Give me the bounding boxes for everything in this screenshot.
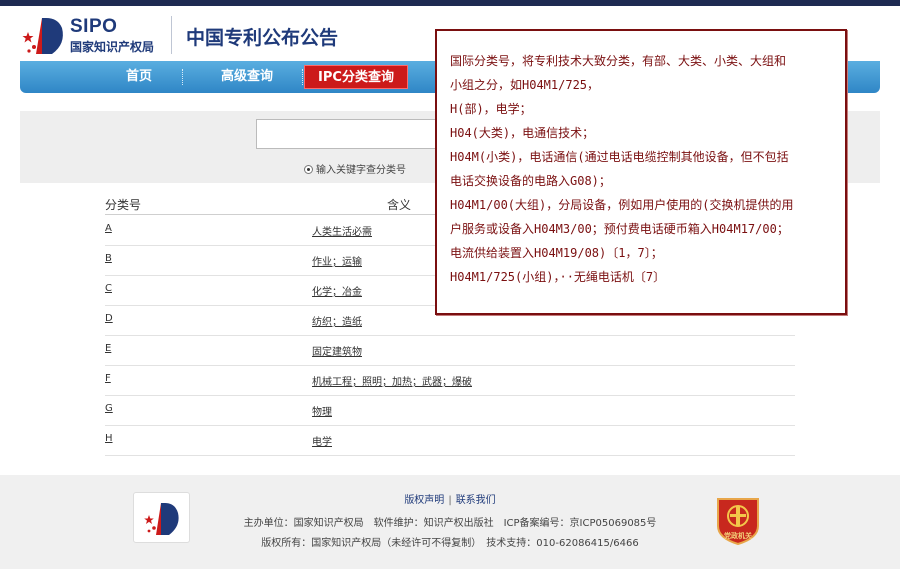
ipc-meaning-link[interactable]: 人类生活必需 [312, 223, 372, 238]
popup-line: H04M1/725(小组)，··无绳电话机〔7〕 [450, 270, 666, 284]
nav-separator [302, 69, 303, 85]
ipc-code-link[interactable]: D [105, 313, 113, 324]
contact-link[interactable]: 联系我们 [456, 495, 496, 506]
popup-line: 国际分类号，将专利技术大致分类，有部、大类、小类、大组和 [450, 54, 787, 68]
ipc-code-link[interactable]: B [105, 253, 112, 264]
logo-subtitle: 国家知识产权局 [70, 40, 155, 54]
ipc-meaning-link[interactable]: 化学；冶金 [312, 283, 362, 298]
copyright-link[interactable]: 版权声明 [404, 495, 444, 506]
ipc-code-link[interactable]: C [105, 283, 112, 294]
logo-text: SIPO [70, 16, 118, 37]
header-divider [171, 16, 172, 54]
table-row: F 机械工程；照明；加热；武器；爆破 [105, 366, 795, 396]
ipc-code-link[interactable]: G [105, 403, 113, 414]
ipc-explanation-popup: 国际分类号，将专利技术大致分类，有部、大类、小类、大组和 小组之分，如H04M1… [435, 29, 847, 315]
ipc-meaning-link[interactable]: 纺织；造纸 [312, 313, 362, 328]
sipo-emblem-icon [22, 18, 63, 54]
nav-separator [182, 69, 183, 85]
radio-keyword-option[interactable]: 输入关键字查分类号 [304, 161, 406, 176]
table-row: H 电学 [105, 426, 795, 456]
popup-line: H04(大类)，电通信技术； [450, 126, 595, 140]
nav-ipc-search[interactable]: IPC分类查询 [304, 65, 408, 89]
nav-advanced-search[interactable]: 高级查询 [192, 65, 302, 89]
footer-link-separator: | [448, 495, 452, 506]
ipc-code-link[interactable]: F [105, 373, 111, 384]
footer-copyright-line: 版权所有：国家知识产权局（未经许可不得复制） 技术支持：010-62086415… [261, 538, 639, 549]
popup-line: H(部)，电学； [450, 102, 532, 116]
party-government-badge[interactable]: 党政机关 [715, 496, 761, 546]
search-input[interactable] [256, 119, 456, 149]
ipc-code-link[interactable]: A [105, 223, 112, 234]
column-header-meaning: 含义 [387, 198, 412, 212]
popup-line: 户服务或设备入H04M3/00；预付费电话硬币箱入H04M17/00； [450, 222, 789, 236]
ipc-code-link[interactable]: E [105, 343, 111, 354]
sipo-logo[interactable]: SIPO 国家知识产权局 [22, 14, 172, 58]
ipc-meaning-link[interactable]: 固定建筑物 [312, 343, 362, 358]
popup-line: 电流供给装置入H04M19/08)〔1，7〕； [450, 246, 663, 260]
popup-line: H04M(小类)，电话通信(通过电话电缆控制其他设备，但不包括 [450, 150, 789, 164]
table-row: G 物理 [105, 396, 795, 426]
radio-keyword-label: 输入关键字查分类号 [316, 165, 406, 176]
table-row: E 固定建筑物 [105, 336, 795, 366]
popup-line: H04M1/00(大组)，分局设备，例如用户使用的(交换机提供的用 [450, 198, 794, 212]
ipc-meaning-link[interactable]: 机械工程；照明；加热；武器；爆破 [312, 373, 472, 388]
site-footer: 版权声明 | 联系我们 主办单位：国家知识产权局 软件维护：知识产权出版社 ICP备… [0, 475, 900, 569]
ipc-meaning-link[interactable]: 电学 [312, 433, 332, 448]
footer-links: 版权声明 | 联系我们 [0, 491, 900, 506]
ipc-code-link[interactable]: H [105, 433, 113, 444]
popup-line: 小组之分，如H04M1/725， [450, 78, 600, 92]
column-header-code: 分类号 [105, 198, 142, 212]
radio-selected-icon[interactable] [304, 165, 313, 174]
ipc-meaning-link[interactable]: 物理 [312, 403, 332, 418]
page-title: 中国专利公布公告 [186, 27, 339, 49]
footer-organizer-line: 主办单位：国家知识产权局 软件维护：知识产权出版社 ICP备案编号：京ICP05… [243, 518, 657, 529]
ipc-meaning-link[interactable]: 作业；运输 [312, 253, 362, 268]
badge-text: 党政机关 [724, 532, 752, 540]
popup-line: 电话交换设备的电路入G08)； [450, 174, 611, 188]
nav-home[interactable]: 首页 [98, 65, 180, 89]
